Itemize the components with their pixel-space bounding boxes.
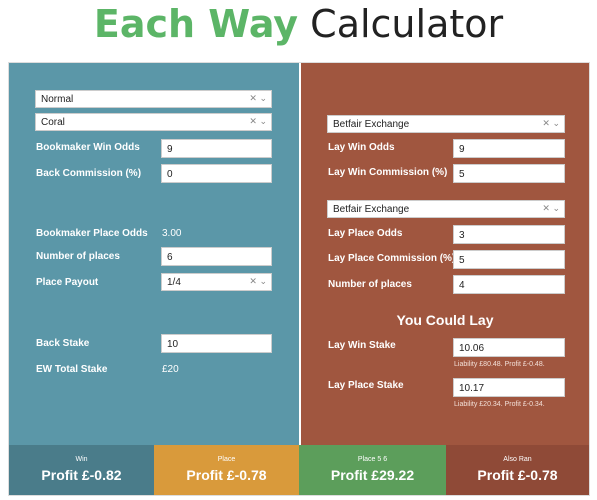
title-bold: Each Way [93, 2, 299, 46]
result-also-ran: Also Ran Profit £-0.78 [446, 445, 589, 495]
mode-select[interactable]: Normal ✕ ⌄ [35, 90, 272, 108]
clear-chevron-icon[interactable]: ✕ ⌄ [542, 118, 560, 129]
place-payout-value: 1/4 [167, 277, 181, 288]
lay-place-commission-input[interactable]: 5 [453, 250, 565, 269]
lay-win-liability-note: Liability £80.48. Profit £-0.48. [454, 361, 545, 368]
result-profit: Profit £-0.78 [186, 467, 267, 483]
ew-total-stake-label: EW Total Stake [36, 364, 108, 375]
result-profit: Profit £-0.82 [41, 467, 122, 483]
bookmaker-place-odds-label: Bookmaker Place Odds [36, 228, 148, 239]
bookmaker-place-odds-value: 3.00 [162, 228, 182, 239]
number-of-places-label: Number of places [36, 251, 120, 262]
clear-chevron-icon[interactable]: ✕ ⌄ [249, 116, 267, 127]
clear-chevron-icon[interactable]: ✕ ⌄ [542, 203, 560, 214]
win-exchange-select[interactable]: Betfair Exchange ✕ ⌄ [327, 115, 565, 133]
lay-number-of-places-input[interactable]: 4 [453, 275, 565, 294]
result-title: Win [75, 456, 88, 463]
lay-place-stake-input[interactable]: 10.17 [453, 378, 565, 397]
mode-value: Normal [41, 94, 74, 105]
lay-panel: Betfair Exchange ✕ ⌄ Lay Win Odds 9 Lay W… [301, 63, 589, 445]
result-profit: Profit £-0.78 [477, 467, 558, 483]
result-win: Win Profit £-0.82 [9, 445, 154, 495]
lay-win-commission-label: Lay Win Commission (%) [328, 167, 448, 178]
lay-place-odds-input[interactable]: 3 [453, 225, 565, 244]
bookmaker-win-odds-input[interactable]: 9 [161, 139, 272, 158]
lay-place-liability-note: Liability £20.34. Profit £-0.34. [454, 401, 545, 408]
lay-place-commission-label: Lay Place Commission (%) [328, 253, 456, 264]
clear-chevron-icon[interactable]: ✕ ⌄ [249, 93, 267, 104]
back-panel: Normal ✕ ⌄ Coral ✕ ⌄ Bookmaker Win Odds 9 … [9, 63, 299, 445]
page-title: Each Way Calculator [0, 2, 597, 46]
back-stake-label: Back Stake [36, 338, 90, 349]
place-exchange-value: Betfair Exchange [333, 204, 410, 215]
lay-place-odds-label: Lay Place Odds [328, 228, 403, 239]
lay-number-of-places-label: Number of places [328, 279, 412, 290]
bookmaker-value: Coral [41, 117, 65, 128]
back-commission-input[interactable]: 0 [161, 164, 272, 183]
title-rest: Calculator [298, 2, 504, 46]
result-place-5-6: Place 5 6 Profit £29.22 [299, 445, 446, 495]
result-place: Place Profit £-0.78 [154, 445, 299, 495]
result-title: Place [217, 456, 236, 463]
place-exchange-select[interactable]: Betfair Exchange ✕ ⌄ [327, 200, 565, 218]
win-exchange-value: Betfair Exchange [333, 119, 410, 130]
place-payout-label: Place Payout [36, 277, 99, 288]
bookmaker-select[interactable]: Coral ✕ ⌄ [35, 113, 272, 131]
place-payout-select[interactable]: 1/4 ✕ ⌄ [161, 273, 272, 291]
lay-win-stake-label: Lay Win Stake [328, 340, 396, 351]
clear-chevron-icon[interactable]: ✕ ⌄ [249, 276, 267, 287]
lay-win-odds-label: Lay Win Odds [328, 142, 395, 153]
lay-win-stake-input[interactable]: 10.06 [453, 338, 565, 357]
lay-win-odds-input[interactable]: 9 [453, 139, 565, 158]
lay-win-commission-input[interactable]: 5 [453, 164, 565, 183]
result-title: Also Ran [503, 456, 532, 463]
bookmaker-win-odds-label: Bookmaker Win Odds [36, 142, 140, 153]
back-stake-input[interactable]: 10 [161, 334, 272, 353]
ew-total-stake-value: £20 [162, 364, 179, 375]
result-title: Place 5 6 [357, 456, 388, 463]
back-commission-label: Back Commission (%) [36, 168, 142, 179]
lay-place-stake-label: Lay Place Stake [328, 380, 404, 391]
number-of-places-input[interactable]: 6 [161, 247, 272, 266]
result-profit: Profit £29.22 [330, 467, 415, 483]
you-could-lay-heading: You Could Lay [396, 312, 494, 328]
